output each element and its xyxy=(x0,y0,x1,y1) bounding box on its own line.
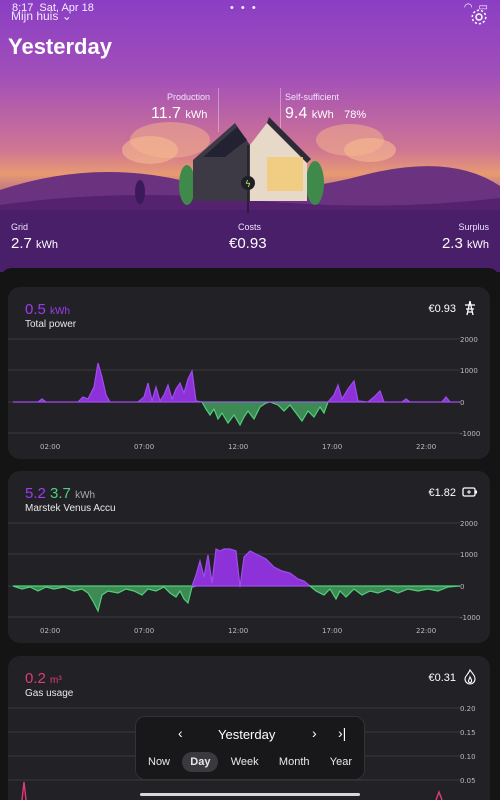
svg-text:07:00: 07:00 xyxy=(134,627,154,635)
battery-cost: €1.82 xyxy=(428,487,456,499)
period-title: Yesterday xyxy=(218,727,276,742)
page-title: Yesterday xyxy=(8,34,112,59)
svg-text:-1000: -1000 xyxy=(460,430,480,438)
svg-text:02:00: 02:00 xyxy=(40,627,60,635)
chevron-down-icon: ⌄ xyxy=(61,9,72,23)
summary-header: 8:17 Sat, Apr 18 ◠ ▭ • • • Mijn huis ⌄ Y… xyxy=(0,0,500,272)
svg-text:12:00: 12:00 xyxy=(228,443,248,451)
total-power-chart: 2000 1000 0 -1000 02:00 07:00 12:00 17:0… xyxy=(8,336,480,451)
svg-text:0: 0 xyxy=(460,583,464,591)
svg-text:02:00: 02:00 xyxy=(40,443,60,451)
total-power-cost: €0.93 xyxy=(428,303,456,315)
svg-text:12:00: 12:00 xyxy=(228,627,248,635)
previous-day-button[interactable]: ‹ xyxy=(178,725,183,741)
svg-text:17:00: 17:00 xyxy=(322,443,342,451)
total-power-value: 0.5 kWh xyxy=(25,301,71,318)
tab-week[interactable]: Week xyxy=(223,752,267,772)
svg-text:0.15: 0.15 xyxy=(460,729,476,737)
svg-text:07:00: 07:00 xyxy=(134,443,154,451)
svg-text:2000: 2000 xyxy=(460,336,478,344)
svg-text:1000: 1000 xyxy=(460,551,478,559)
total-power-card[interactable]: 0.5 kWh Total power €0.93 2000 1000 0 -1… xyxy=(8,287,490,459)
next-day-button[interactable]: › xyxy=(312,725,317,741)
flame-icon xyxy=(464,669,476,685)
svg-text:-1000: -1000 xyxy=(460,614,480,622)
svg-text:0.20: 0.20 xyxy=(460,705,476,713)
production-label: Production xyxy=(167,92,211,102)
gas-value: 0.2 m³ xyxy=(25,670,62,687)
battery-icon xyxy=(462,487,477,497)
self-sufficient-label: Self-sufficient xyxy=(285,92,339,102)
svg-text:22:00: 22:00 xyxy=(416,627,436,635)
tab-month[interactable]: Month xyxy=(271,752,318,772)
grid-value: 2.7 kWh xyxy=(11,235,59,252)
period-tabs: Now Day Week Month Year xyxy=(140,752,360,772)
costs-label: Costs xyxy=(238,222,262,232)
svg-text:0.10: 0.10 xyxy=(460,753,476,761)
home-selector[interactable]: Mijn huis ⌄ xyxy=(11,9,72,23)
window-dots: • • • xyxy=(230,2,258,14)
svg-text:ϟ: ϟ xyxy=(245,180,251,190)
svg-text:0.05: 0.05 xyxy=(460,777,476,785)
surplus-label: Surplus xyxy=(458,222,489,232)
date-navigator: ‹ Yesterday › ›| Now Day Week Month Year xyxy=(135,716,365,780)
gear-icon[interactable] xyxy=(470,8,488,26)
svg-text:2000: 2000 xyxy=(460,520,478,528)
skip-to-latest-button[interactable]: ›| xyxy=(338,725,346,741)
grid-label: Grid xyxy=(11,222,29,232)
battery-chart: 2000 1000 0 -1000 02:00 07:00 12:00 17:0… xyxy=(8,520,480,635)
tab-year[interactable]: Year xyxy=(322,752,360,772)
svg-text:1000: 1000 xyxy=(460,367,478,375)
home-indicator[interactable] xyxy=(140,793,360,796)
home-name: Mijn huis xyxy=(11,9,59,23)
svg-text:0: 0 xyxy=(460,399,464,407)
battery-values: 5.2 3.7 kWh xyxy=(25,485,96,502)
svg-text:22:00: 22:00 xyxy=(416,443,436,451)
gas-cost: €0.31 xyxy=(428,672,456,684)
svg-text:17:00: 17:00 xyxy=(322,627,342,635)
tab-now[interactable]: Now xyxy=(140,752,178,772)
costs-value: €0.93 xyxy=(229,235,267,252)
house-illustration: ϟ xyxy=(179,117,324,213)
battery-card[interactable]: 5.2 3.7 kWh Marstek Venus Accu €1.82 200… xyxy=(8,471,490,643)
tab-day[interactable]: Day xyxy=(182,752,219,772)
surplus-value: 2.3 kWh xyxy=(441,235,489,252)
self-sufficient-percent: 78% xyxy=(344,109,367,121)
grid-tower-icon xyxy=(465,300,475,316)
